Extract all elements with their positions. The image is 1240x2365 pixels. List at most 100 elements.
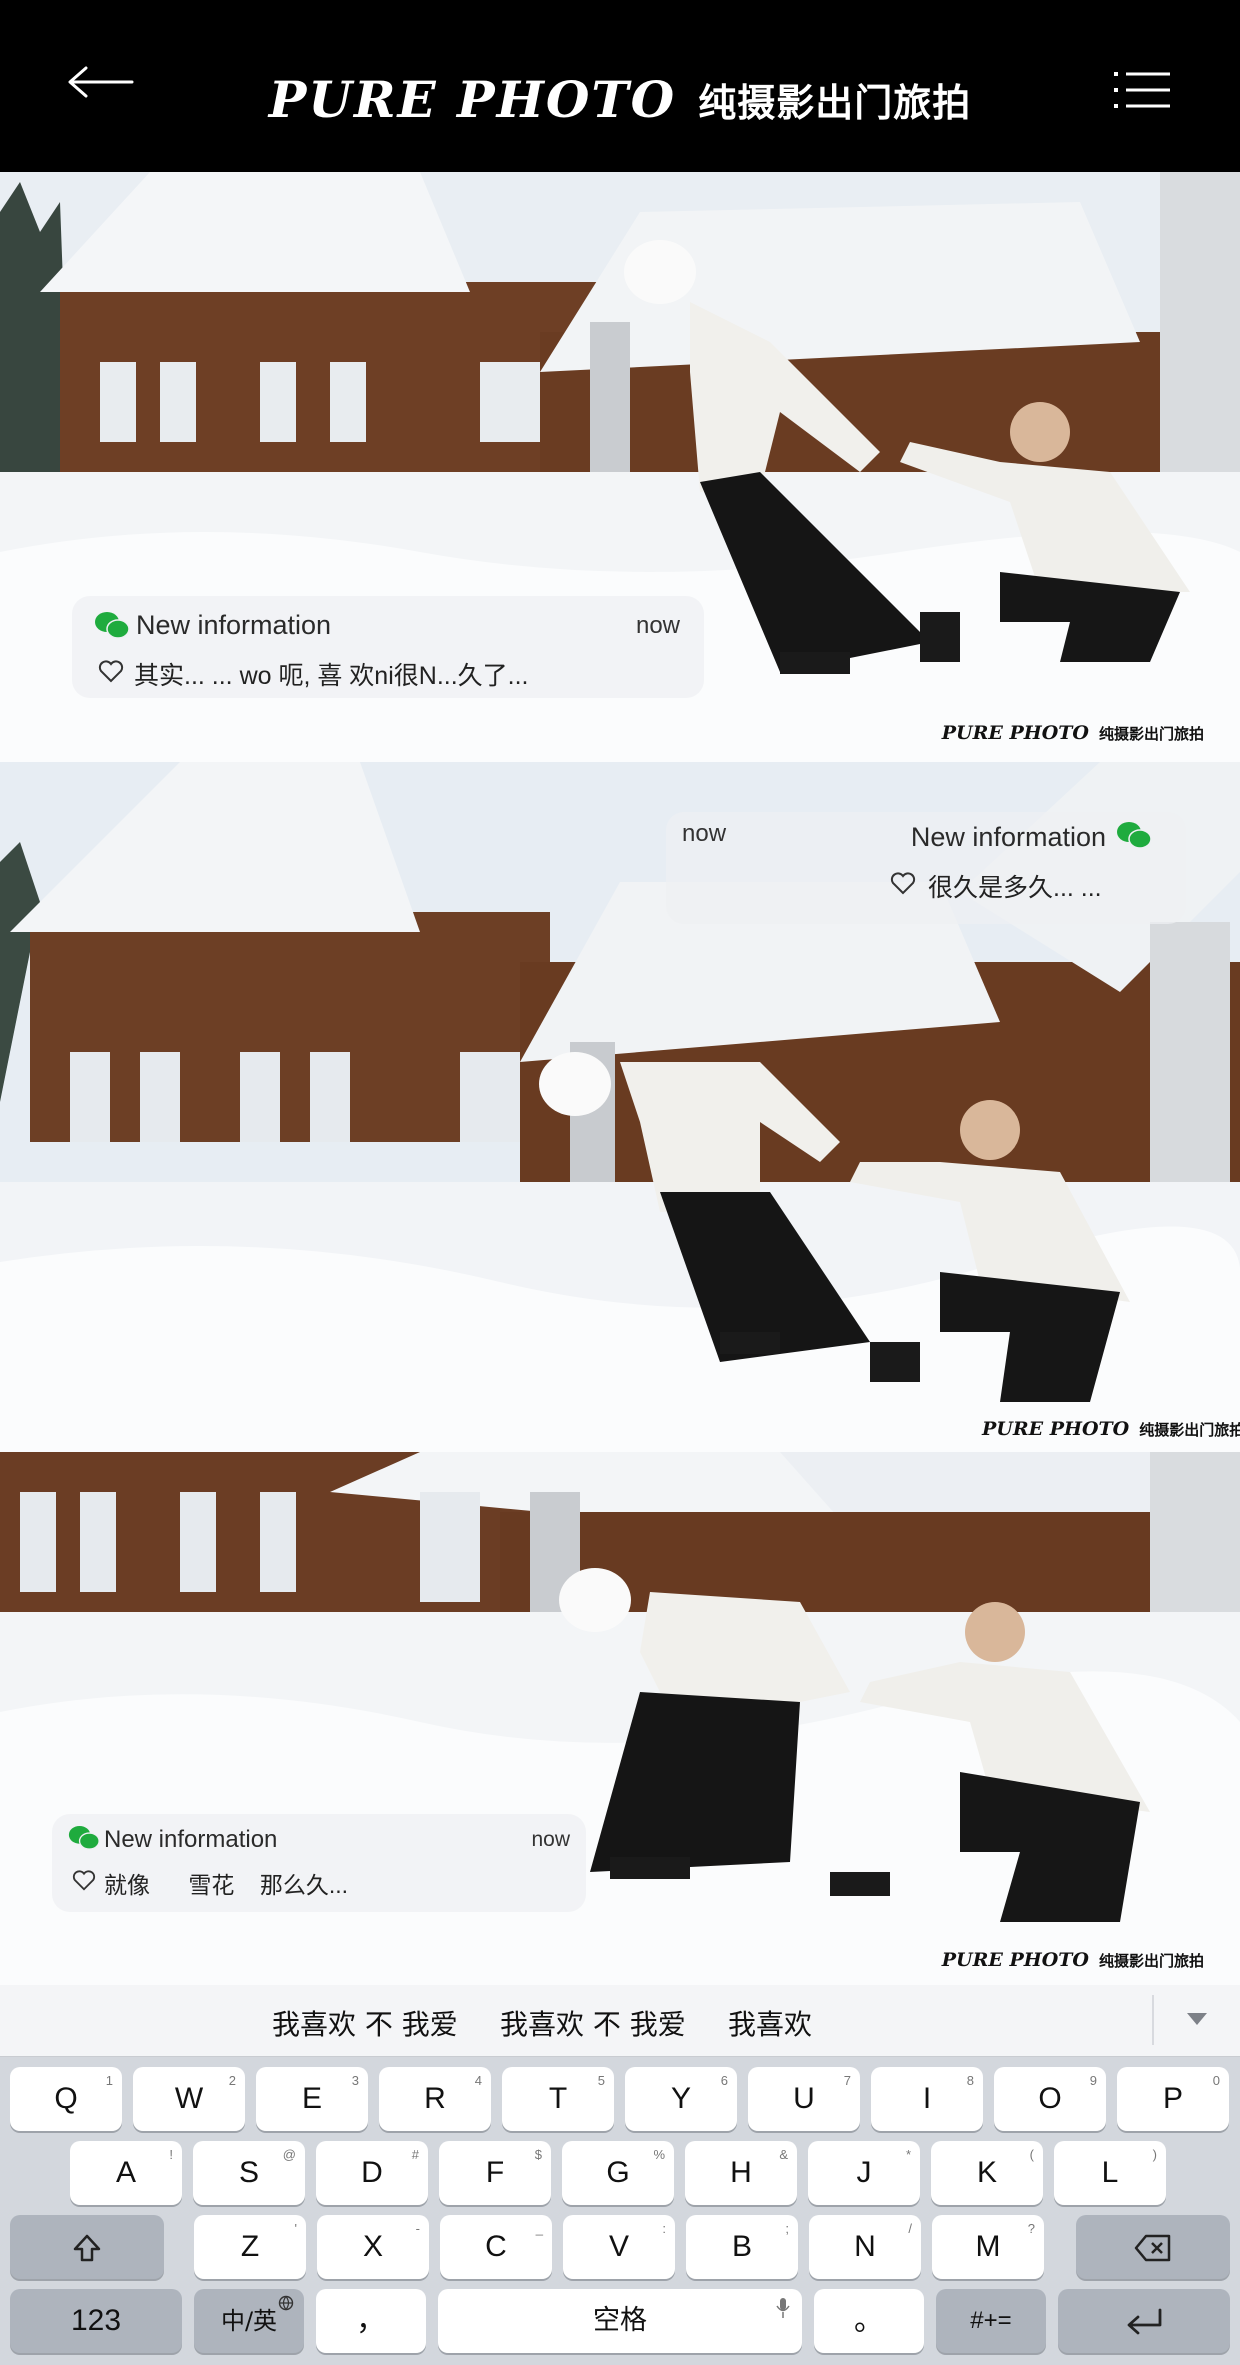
key-hint: 0 bbox=[1212, 2073, 1220, 2088]
key-p[interactable]: P0 bbox=[1117, 2067, 1229, 2131]
key-u[interactable]: U7 bbox=[748, 2067, 860, 2131]
watermark-subtitle: 纯摄影出门旅拍 bbox=[1098, 725, 1204, 743]
key-label: I bbox=[922, 2082, 932, 2115]
chevron-down-icon[interactable] bbox=[1186, 2012, 1208, 2026]
message-notification[interactable]: now New information 很久是多久... ... bbox=[666, 812, 1186, 924]
key-hint: 6 bbox=[720, 2073, 728, 2088]
watermark-logo: PURE PHOTO bbox=[982, 1418, 1130, 1440]
notification-time: now bbox=[682, 820, 727, 847]
key-w[interactable]: W2 bbox=[133, 2067, 245, 2131]
key-label: A bbox=[115, 2156, 136, 2189]
key-hint: ( bbox=[1029, 2147, 1034, 2162]
key-hint: 7 bbox=[843, 2073, 851, 2088]
brand-title: PURE PHOTO 纯摄影出门旅拍 bbox=[0, 70, 1240, 129]
wechat-icon bbox=[68, 1825, 100, 1850]
notification-title: New information bbox=[910, 822, 1106, 852]
key-y[interactable]: Y6 bbox=[625, 2067, 737, 2131]
key-hint: 3 bbox=[351, 2073, 359, 2088]
key-hint: ? bbox=[1027, 2221, 1035, 2236]
key-label: U bbox=[793, 2082, 815, 2115]
key-k[interactable]: K( bbox=[931, 2141, 1043, 2205]
key-label: X bbox=[362, 2230, 383, 2263]
key-hint: 5 bbox=[597, 2073, 605, 2088]
key-z[interactable]: Z ' bbox=[194, 2215, 306, 2279]
notification-message: 其实... ... wo 呃, 喜 欢ni很N...久了... bbox=[134, 662, 529, 690]
key-hint: 9 bbox=[1089, 2073, 1097, 2088]
key-label: F bbox=[485, 2156, 505, 2189]
key-label: G bbox=[606, 2156, 630, 2189]
candidate-item[interactable]: 我喜欢 不 我爱 bbox=[272, 2003, 458, 2043]
key-label: B bbox=[731, 2230, 752, 2263]
comma-key[interactable]: ， bbox=[316, 2289, 426, 2353]
key-label: N bbox=[854, 2230, 876, 2263]
key-label: Y bbox=[670, 2082, 691, 2115]
key-e[interactable]: E3 bbox=[256, 2067, 368, 2131]
key-b[interactable]: B; bbox=[686, 2215, 798, 2279]
key-hint: * bbox=[905, 2147, 911, 2162]
key-v[interactable]: V: bbox=[563, 2215, 675, 2279]
key-q[interactable]: Q1 bbox=[10, 2067, 122, 2131]
key-m[interactable]: M? bbox=[932, 2215, 1044, 2279]
key-f[interactable]: F $ bbox=[439, 2141, 551, 2205]
watermark: PURE PHOTO 纯摄影出门旅拍 bbox=[982, 1418, 1240, 1440]
notification-time: now bbox=[635, 612, 680, 639]
brand-logo: PURE PHOTO bbox=[268, 70, 677, 129]
notification-message: 就像 雪花 那么久... bbox=[104, 1872, 349, 1898]
key-n[interactable]: N / bbox=[809, 2215, 921, 2279]
key-j[interactable]: J * bbox=[808, 2141, 920, 2205]
key-label: O bbox=[1038, 2082, 1062, 2115]
photo-panel-1: New information now 其实... ... wo 呃, 喜 欢n… bbox=[0, 172, 1240, 762]
key-label: E bbox=[301, 2082, 322, 2115]
key-hint: # bbox=[411, 2147, 419, 2162]
key-d[interactable]: D # bbox=[316, 2141, 428, 2205]
key-hint: / bbox=[908, 2221, 912, 2236]
key-x[interactable]: X- bbox=[317, 2215, 429, 2279]
ime-keyboard: 我喜欢 不 我爱 我喜欢 不 我爱 我喜欢 Q1W2E3R4T5Y6U7I8O9… bbox=[0, 1985, 1240, 2365]
symbols-key[interactable]: #+= bbox=[936, 2289, 1046, 2353]
key-hint: ; bbox=[785, 2221, 789, 2236]
notification-title: New information bbox=[104, 1826, 278, 1853]
message-notification[interactable]: New information now 其实... ... wo 呃, 喜 欢n… bbox=[72, 596, 704, 698]
key-c[interactable]: C _ bbox=[440, 2215, 552, 2279]
key-s[interactable]: S @ bbox=[193, 2141, 305, 2205]
key-label: W bbox=[174, 2082, 204, 2115]
mic-icon bbox=[776, 2298, 790, 2318]
enter-key[interactable] bbox=[1058, 2289, 1230, 2353]
language-switch-label: 中/英 bbox=[220, 2307, 278, 2335]
key-g[interactable]: G% bbox=[562, 2141, 674, 2205]
key-label: V bbox=[608, 2230, 629, 2263]
enter-icon bbox=[1127, 2308, 1162, 2335]
key-h[interactable]: H & bbox=[685, 2141, 797, 2205]
key-hint: ) bbox=[1152, 2147, 1157, 2162]
watermark: PURE PHOTO 纯摄影出门旅拍 bbox=[942, 1949, 1204, 1971]
space-key[interactable]: 空格 bbox=[438, 2289, 802, 2353]
watermark-subtitle: 纯摄影出门旅拍 bbox=[1098, 1952, 1204, 1970]
key-l[interactable]: L) bbox=[1054, 2141, 1166, 2205]
key-hint: 4 bbox=[474, 2073, 482, 2088]
watermark: PURE PHOTO 纯摄影出门旅拍 bbox=[942, 722, 1204, 744]
period-key[interactable]: 。 bbox=[814, 2289, 924, 2353]
shift-key[interactable] bbox=[10, 2215, 164, 2279]
key-label: C bbox=[485, 2230, 507, 2263]
key-label: M bbox=[975, 2230, 1001, 2263]
list-menu-icon[interactable] bbox=[1114, 70, 1170, 110]
key-label: S bbox=[238, 2156, 259, 2189]
space-label: 空格 bbox=[593, 2305, 647, 2336]
message-notification[interactable]: New information now 就像 雪花 那么久... bbox=[52, 1814, 586, 1912]
numeric-key[interactable]: 123 bbox=[10, 2289, 182, 2353]
key-label: L bbox=[1101, 2156, 1119, 2189]
app-header: PURE PHOTO 纯摄影出门旅拍 bbox=[0, 0, 1240, 172]
key-o[interactable]: O9 bbox=[994, 2067, 1106, 2131]
candidate-item[interactable]: 我喜欢 bbox=[728, 2003, 812, 2043]
key-label: Z bbox=[240, 2230, 260, 2263]
key-t[interactable]: T5 bbox=[502, 2067, 614, 2131]
key-i[interactable]: I8 bbox=[871, 2067, 983, 2131]
key-label: D bbox=[361, 2156, 383, 2189]
key-r[interactable]: R4 bbox=[379, 2067, 491, 2131]
key-label: P bbox=[1162, 2082, 1183, 2115]
backspace-key[interactable] bbox=[1076, 2215, 1230, 2279]
candidate-item[interactable]: 我喜欢 不 我爱 bbox=[500, 2003, 686, 2043]
watermark-subtitle: 纯摄影出门旅拍 bbox=[1139, 1421, 1240, 1439]
language-switch-key[interactable]: 中/英 bbox=[194, 2289, 304, 2353]
key-a[interactable]: A! bbox=[70, 2141, 182, 2205]
